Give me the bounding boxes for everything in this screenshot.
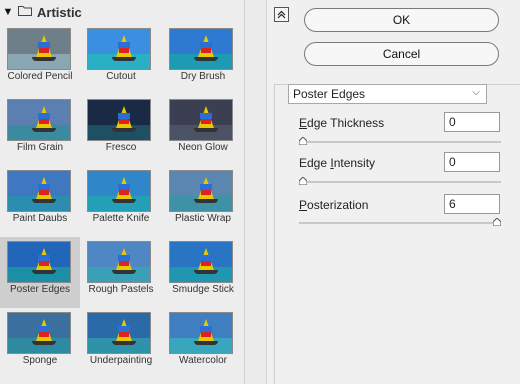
filter-thumbnail[interactable]: Cutout: [80, 24, 162, 95]
posterization-input[interactable]: 6: [444, 194, 500, 214]
edge-intensity-track[interactable]: [299, 181, 501, 183]
filter-thumbnail[interactable]: Underpainting: [80, 308, 162, 379]
cancel-button[interactable]: Cancel: [304, 42, 499, 66]
filter-label: Film Grain: [16, 142, 64, 153]
filter-thumbnail[interactable]: Film Grain: [0, 95, 80, 166]
filter-label: Underpainting: [89, 355, 153, 366]
filter-thumbnail[interactable]: Rough Pastels: [80, 237, 162, 308]
edge-intensity-slider-handle[interactable]: [299, 177, 307, 185]
filter-thumbnail[interactable]: Palette Knife: [80, 166, 162, 237]
filter-thumbnail[interactable]: Neon Glow: [162, 95, 244, 166]
filter-label: Fresco: [105, 142, 137, 153]
filter-label: Cutout: [106, 71, 136, 82]
filter-thumbnail[interactable]: Paint Daubs: [0, 166, 80, 237]
filter-thumbnail[interactable]: Fresco: [80, 95, 162, 166]
filter-preview-image: [87, 99, 151, 141]
filter-preview-image: [87, 28, 151, 70]
chevron-down-icon: ⌵: [472, 87, 480, 98]
filter-preview-image: [7, 28, 71, 70]
filter-thumbnail[interactable]: Plastic Wrap: [162, 166, 244, 237]
filter-preview-image: [169, 99, 233, 141]
panel-divider: [245, 0, 267, 384]
collapse-up-icon: [277, 10, 286, 19]
filter-select-value: Poster Edges: [293, 87, 366, 101]
posterization-slider-handle[interactable]: [493, 218, 501, 226]
ok-button[interactable]: OK: [304, 8, 499, 32]
filter-gallery: ▼ Artistic Colored Pencil Cutout Dry Brush…: [0, 0, 245, 384]
filter-preview-image: [169, 241, 233, 283]
collapse-gallery-button[interactable]: [274, 7, 289, 22]
posterization-label: Posterization: [299, 198, 369, 212]
filter-label: Plastic Wrap: [175, 213, 231, 224]
edge-thickness-input[interactable]: 0: [444, 112, 500, 132]
filter-preview-image: [87, 312, 151, 354]
filter-label: Sponge: [22, 355, 58, 366]
posterization-track[interactable]: [299, 222, 501, 224]
filter-preview-image: [169, 312, 233, 354]
filter-label: Dry Brush: [180, 71, 226, 82]
filter-label: Poster Edges: [9, 284, 71, 295]
filter-label: Neon Glow: [178, 142, 228, 153]
category-header[interactable]: ▼ Artistic: [0, 0, 244, 24]
filter-thumbnail[interactable]: Sponge: [0, 308, 80, 379]
edge-intensity-input[interactable]: 0: [444, 152, 500, 172]
filter-thumbnail[interactable]: Poster Edges: [0, 237, 80, 308]
edge-thickness-track[interactable]: [299, 141, 501, 143]
category-title: Artistic: [37, 4, 82, 20]
filter-preview-image: [169, 170, 233, 212]
filter-preview-image: [87, 241, 151, 283]
expand-triangle-icon[interactable]: ▼: [2, 6, 14, 18]
filter-preview-image: [7, 170, 71, 212]
filter-preview-image: [7, 312, 71, 354]
filter-label: Watercolor: [179, 355, 227, 366]
filter-label: Paint Daubs: [12, 213, 68, 224]
filter-preview-image: [7, 241, 71, 283]
filter-label: Palette Knife: [92, 213, 150, 224]
edge-thickness-slider-handle[interactable]: [299, 137, 307, 145]
filter-label: Smudge Stick: [172, 284, 234, 295]
filter-preview-image: [169, 28, 233, 70]
edge-thickness-label: Edge Thickness: [299, 116, 385, 130]
filter-thumbnail-grid: Colored Pencil Cutout Dry Brush Film Grain F…: [0, 24, 245, 379]
filter-label: Rough Pastels: [88, 284, 154, 295]
filter-select[interactable]: Poster Edges ⌵: [288, 84, 487, 104]
filter-thumbnail[interactable]: Colored Pencil: [0, 24, 80, 95]
edge-intensity-label: Edge Intensity: [299, 156, 376, 170]
filter-preview-image: [7, 99, 71, 141]
filter-preview-image: [87, 170, 151, 212]
filter-thumbnail[interactable]: Dry Brush: [162, 24, 244, 95]
filter-thumbnail[interactable]: Smudge Stick: [162, 237, 244, 308]
folder-icon: [18, 5, 32, 19]
filter-thumbnail[interactable]: Watercolor: [162, 308, 244, 379]
filter-label: Colored Pencil: [7, 71, 73, 82]
